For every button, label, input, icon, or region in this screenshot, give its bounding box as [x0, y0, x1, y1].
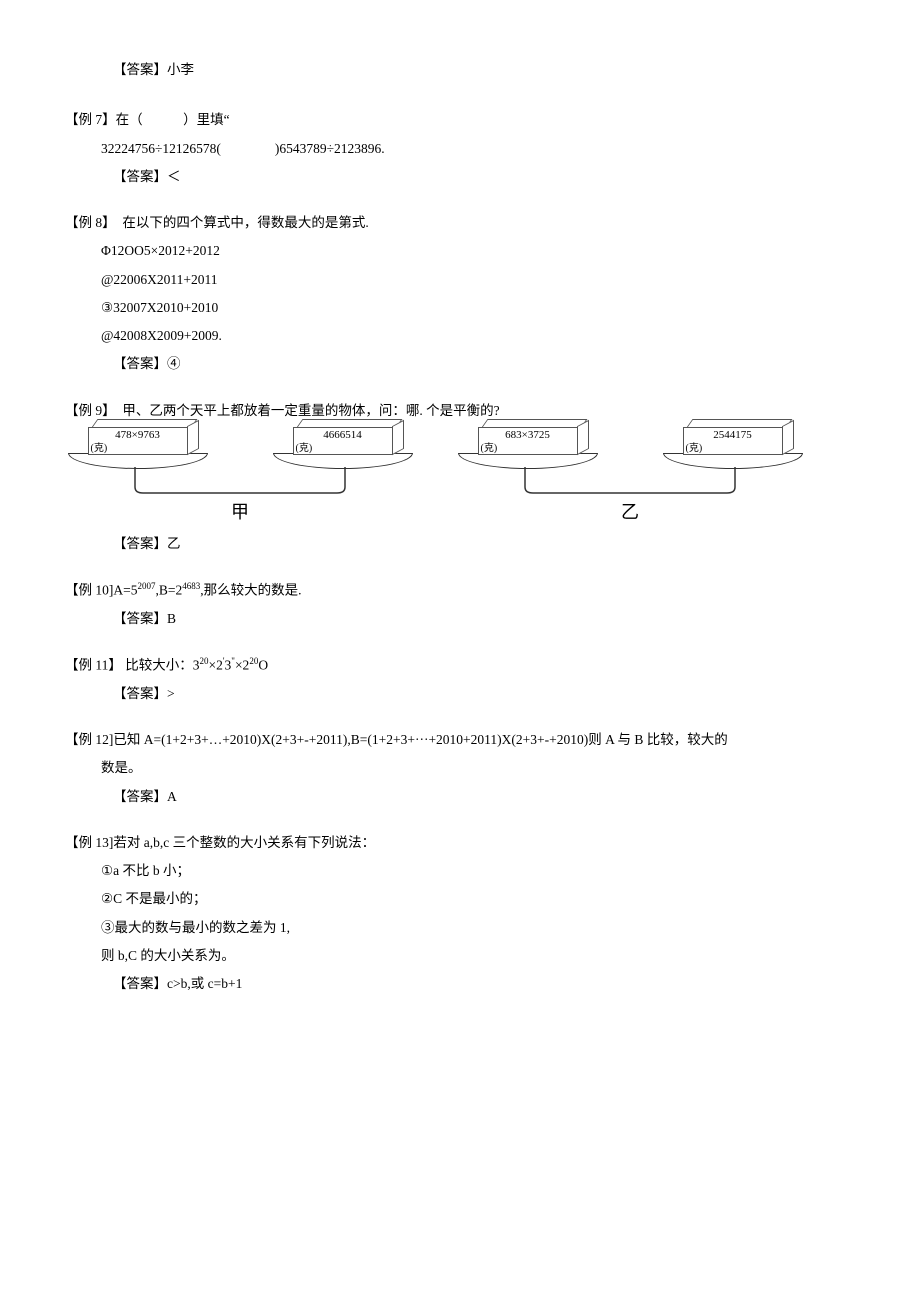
- example-answer: 【答案】＜: [65, 167, 865, 187]
- answer-label: 【答案】: [113, 686, 167, 701]
- box-value: 683×3725: [479, 428, 577, 442]
- answer-label: 【答案】: [113, 536, 167, 551]
- example-answer: 【答案】B: [65, 609, 865, 629]
- example-12: 【例 12]已知 A=(1+2+3+…+2010)X(2+3+-+2011),B…: [65, 730, 865, 807]
- balance-label: 甲: [231, 499, 249, 526]
- answer-label: 【答案】: [113, 62, 167, 77]
- answer-value: 乙: [167, 536, 181, 551]
- option-3: ③32007X2010+2010: [65, 298, 865, 318]
- example-continuation: 数是。: [65, 758, 865, 778]
- answer-value: ④: [167, 356, 181, 371]
- condition-3: ③最大的数与最小的数之差为 1,: [65, 918, 865, 938]
- weight-box: 683×3725 (克): [478, 425, 578, 453]
- example-title: 【例 7】在（ ）里填“: [65, 110, 865, 130]
- answer-label: 【答案】: [113, 611, 167, 626]
- condition-2: ②C 不是最小的；: [65, 889, 865, 909]
- balance-beam-icon: [455, 467, 805, 497]
- box-unit: (克): [294, 442, 392, 456]
- box-unit: (克): [479, 442, 577, 456]
- example-title: 【例 8】 在以下的四个算式中，得数最大的是第式.: [65, 213, 865, 233]
- balance-yi: 683×3725 (克) 2544175 (克): [455, 425, 805, 526]
- example-answer: 【答案】c>b,或 c=b+1: [65, 974, 865, 994]
- example-answer: 【答案】>: [65, 684, 865, 704]
- weight-box: 4666514 (克): [293, 425, 393, 453]
- weight-box: 2544175 (克): [683, 425, 783, 453]
- example-8: 【例 8】 在以下的四个算式中，得数最大的是第式. Φ12OO5×2012+20…: [65, 213, 865, 375]
- example-7: 【例 7】在（ ）里填“ 32224756÷12126578( )6543789…: [65, 110, 865, 187]
- box-unit: (克): [684, 442, 782, 456]
- answer-value: c>b,或 c=b+1: [167, 976, 242, 991]
- answer-value: B: [167, 611, 176, 626]
- balance-beam-icon: [65, 467, 415, 497]
- option-4: @42008X2009+2009.: [65, 326, 865, 346]
- answer-label: 【答案】: [113, 976, 167, 991]
- prev-answer: 【答案】小李: [65, 60, 865, 80]
- example-answer: 【答案】乙: [65, 534, 865, 554]
- example-9: 【例 9】 甲、乙两个天平上都放着一定重量的物体，问：哪. 个是平衡的? 478…: [65, 401, 865, 555]
- pan-right: 4666514 (克): [270, 425, 415, 469]
- example-13: 【例 13]若对 a,b,c 三个整数的大小关系有下列说法： ①a 不比 b 小…: [65, 833, 865, 995]
- box-unit: (克): [89, 442, 187, 456]
- example-title: 【例 10]A=52007,B=24683,那么较大的数是.: [65, 580, 865, 601]
- box-value: 478×9763: [89, 428, 187, 442]
- balance-jia: 478×9763 (克) 4666514 (克): [65, 425, 415, 526]
- example-expression: 32224756÷12126578( )6543789÷2123896.: [65, 139, 865, 159]
- example-title: 【例 11】 比较大小：320×2'3"×220O: [65, 655, 865, 676]
- example-answer: 【答案】④: [65, 354, 865, 374]
- balance-label: 乙: [621, 499, 639, 526]
- answer-value: >: [167, 686, 175, 701]
- option-2: @22006X2011+2011: [65, 270, 865, 290]
- condition-1: ①a 不比 b 小；: [65, 861, 865, 881]
- example-11: 【例 11】 比较大小：320×2'3"×220O 【答案】>: [65, 655, 865, 704]
- pan-right: 2544175 (克): [660, 425, 805, 469]
- balance-figures: 478×9763 (克) 4666514 (克): [65, 425, 865, 526]
- answer-value: 小李: [167, 62, 194, 77]
- box-value: 2544175: [684, 428, 782, 442]
- weight-box: 478×9763 (克): [88, 425, 188, 453]
- conclusion: 则 b,C 的大小关系为。: [65, 946, 865, 966]
- example-title: 【例 13]若对 a,b,c 三个整数的大小关系有下列说法：: [65, 833, 865, 853]
- option-1: Φ12OO5×2012+2012: [65, 241, 865, 261]
- answer-value: ＜: [167, 169, 181, 184]
- example-answer: 【答案】A: [65, 787, 865, 807]
- box-value: 4666514: [294, 428, 392, 442]
- example-title: 【例 12]已知 A=(1+2+3+…+2010)X(2+3+-+2011),B…: [65, 730, 865, 750]
- answer-label: 【答案】: [113, 789, 167, 804]
- answer-label: 【答案】: [113, 356, 167, 371]
- answer-label: 【答案】: [113, 169, 167, 184]
- answer-value: A: [167, 789, 177, 804]
- pan-left: 683×3725 (克): [455, 425, 600, 469]
- pan-left: 478×9763 (克): [65, 425, 210, 469]
- example-title: 【例 9】 甲、乙两个天平上都放着一定重量的物体，问：哪. 个是平衡的?: [65, 401, 865, 421]
- example-10: 【例 10]A=52007,B=24683,那么较大的数是. 【答案】B: [65, 580, 865, 629]
